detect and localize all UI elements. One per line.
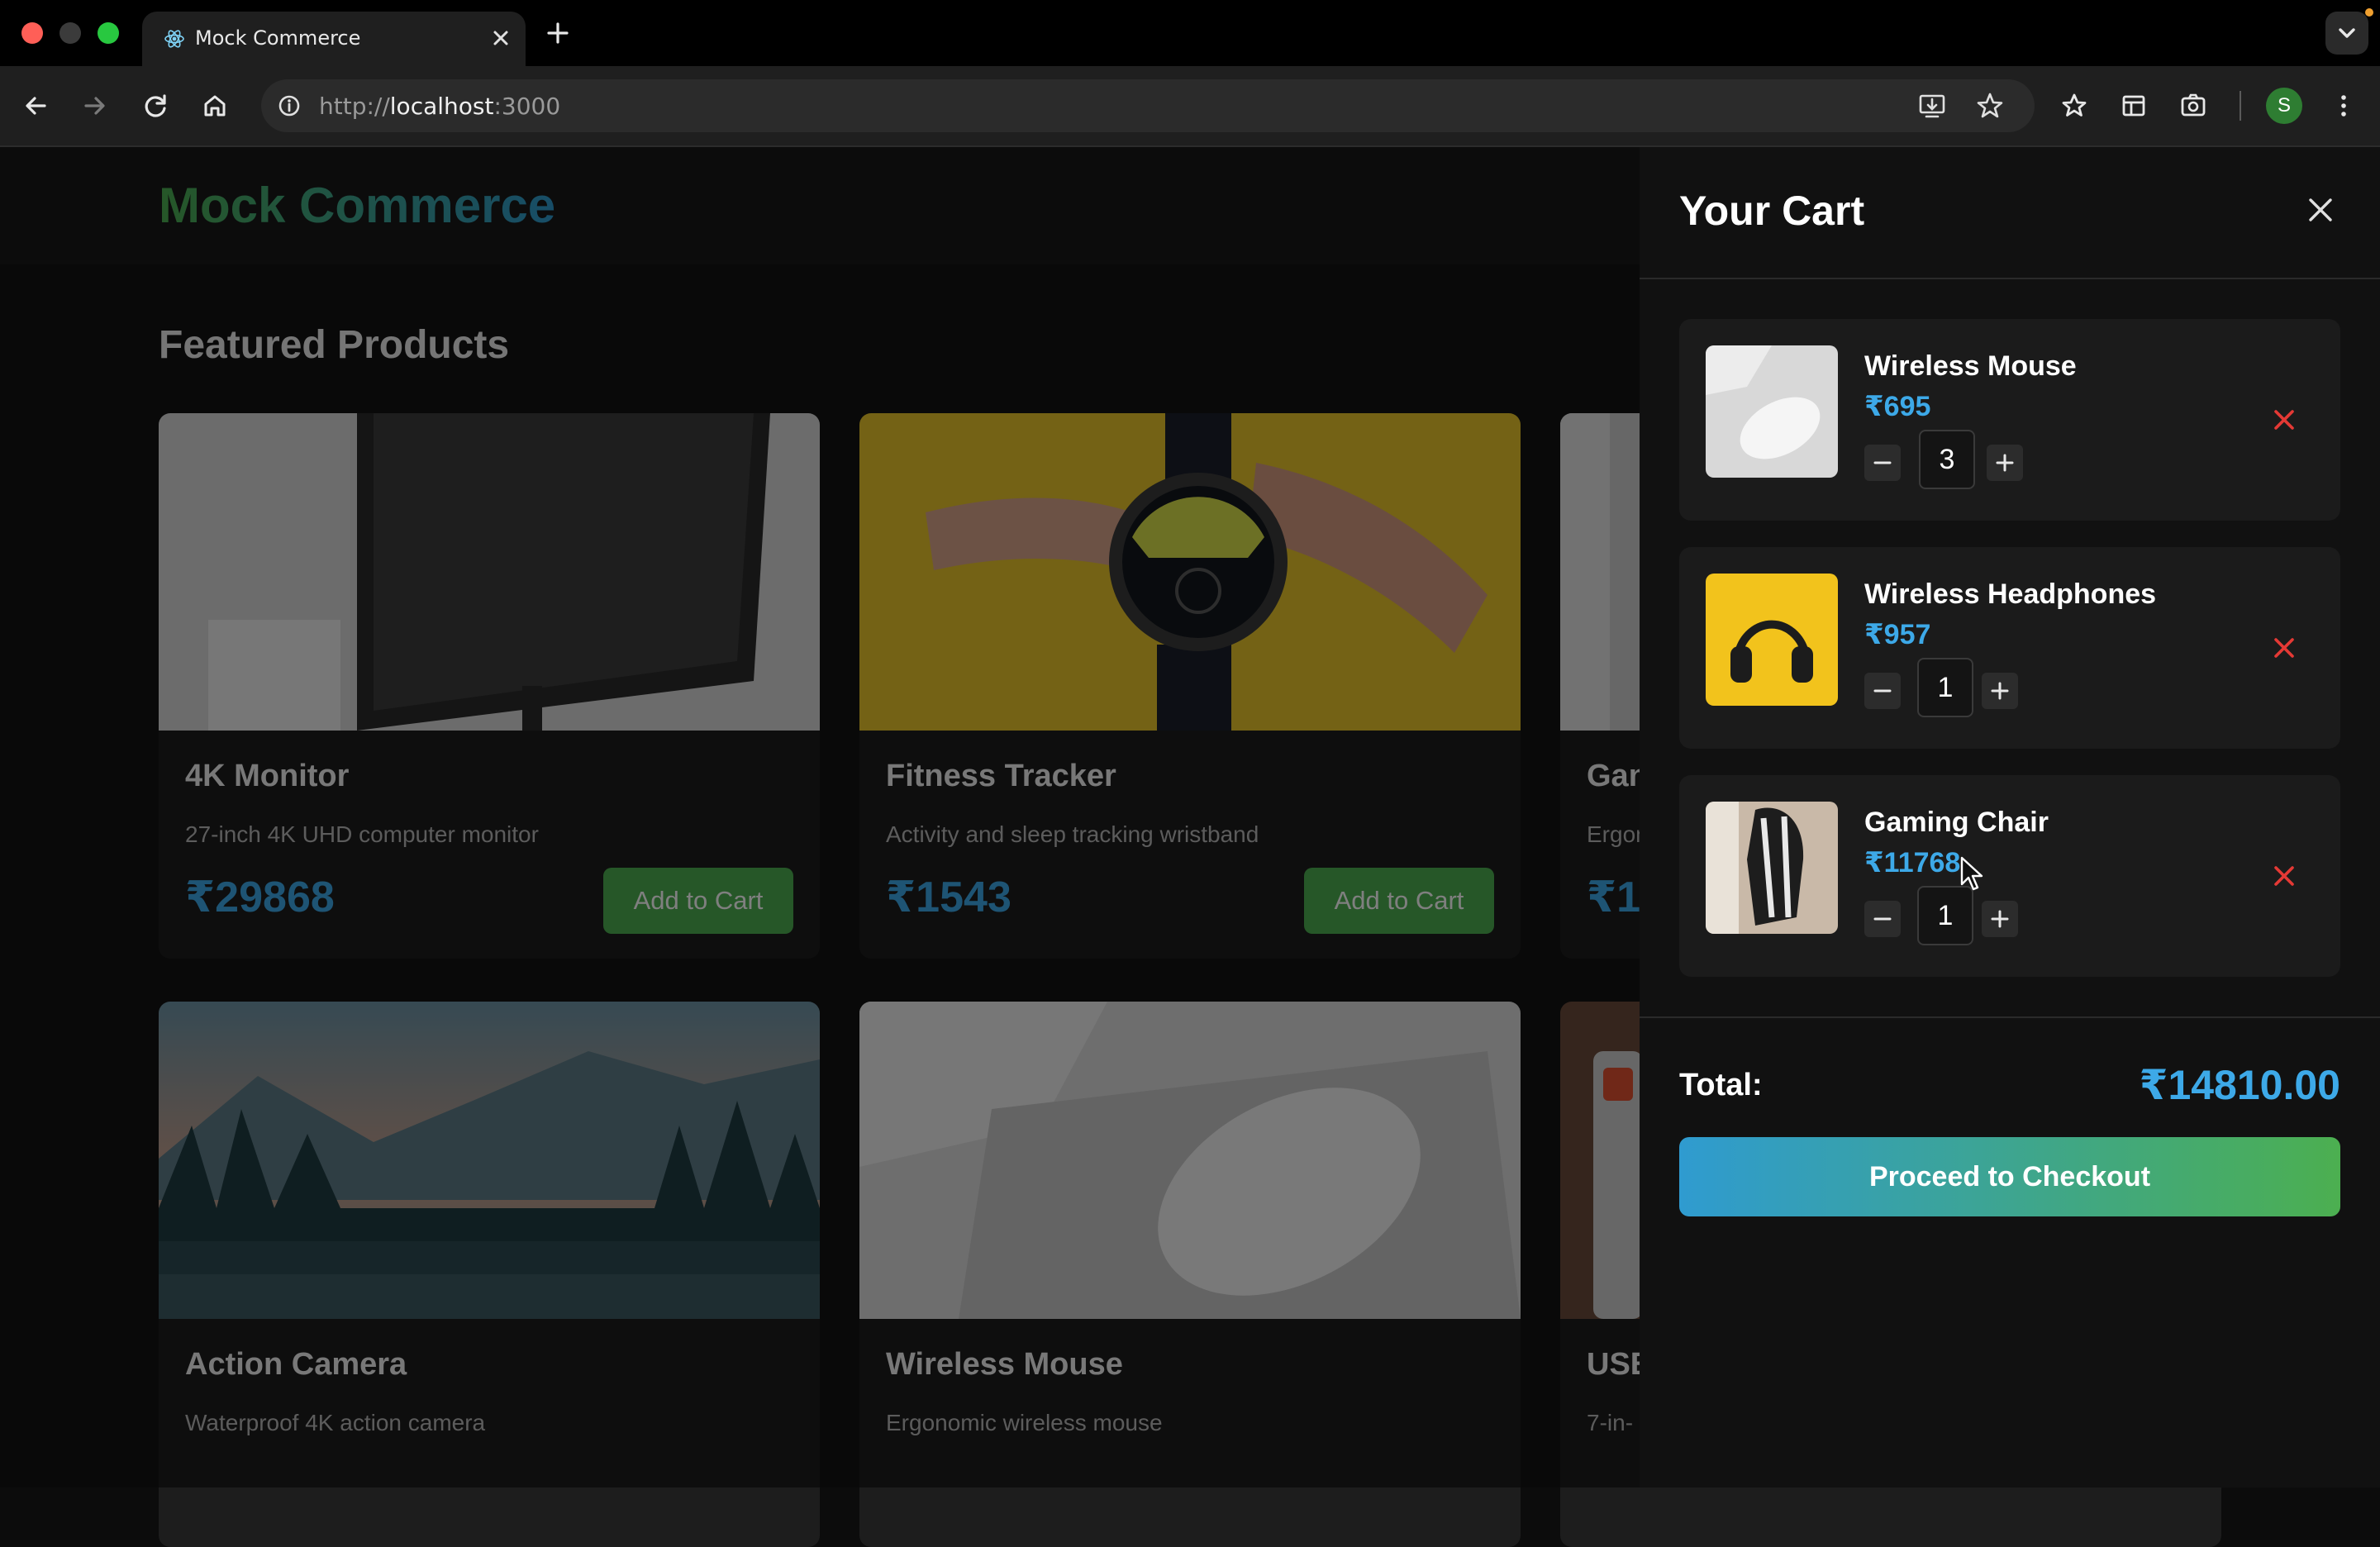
browser-tab-bar: Mock Commerce (0, 0, 2380, 66)
plus-icon (1991, 910, 2009, 928)
gaming-chair-thumbnail (1706, 802, 1838, 934)
cart-title: Your Cart (1679, 188, 1865, 234)
minus-icon (1873, 461, 1892, 464)
tab-groups-button[interactable] (2114, 86, 2154, 126)
cart-item-name: Wireless Headphones (1864, 578, 2157, 610)
cart-item-price: ₹11768 (1864, 847, 1961, 878)
forward-button[interactable] (74, 86, 114, 126)
cart-item-name: Wireless Mouse (1864, 350, 2077, 382)
new-tab-icon[interactable] (541, 17, 574, 50)
star-list-icon (2062, 93, 2087, 117)
remove-item-icon[interactable] (2264, 856, 2304, 896)
window-close-button[interactable] (21, 22, 43, 44)
minus-icon (1873, 689, 1892, 693)
cart-item-price: ₹957 (1864, 619, 1931, 650)
decrease-quantity-button[interactable] (1864, 673, 1901, 709)
install-app-icon[interactable] (1914, 88, 1950, 124)
home-icon (204, 95, 226, 117)
window-minimize-button[interactable] (60, 22, 81, 44)
cart-item-price: ₹695 (1864, 391, 1931, 422)
quantity-value[interactable]: 3 (1919, 430, 1975, 489)
increase-quantity-button[interactable] (1982, 901, 2018, 937)
cart-drawer: Your Cart Wireless Mouse ₹695 3 Wireless… (1640, 147, 2380, 1488)
cart-item-image (1706, 345, 1838, 478)
window-zoom-button[interactable] (98, 22, 119, 44)
bookmarks-button[interactable] (2054, 86, 2094, 126)
url-text[interactable]: http://localhost:3000 (319, 93, 560, 120)
camera-icon (2181, 93, 2206, 117)
browser-toolbar: http://localhost:3000 S (0, 66, 2380, 147)
plus-icon (1996, 454, 2014, 472)
remove-item-icon[interactable] (2264, 628, 2304, 668)
bookmark-star-icon[interactable] (1972, 88, 2008, 124)
browser-tab[interactable]: Mock Commerce (142, 12, 526, 66)
decrease-quantity-button[interactable] (1864, 901, 1901, 937)
reload-button[interactable] (136, 86, 175, 126)
increase-quantity-button[interactable] (1982, 673, 2018, 709)
cart-item-image (1706, 574, 1838, 706)
mouse-cursor-icon (1960, 856, 1983, 891)
toolbar-divider (2240, 91, 2241, 121)
react-favicon-icon (164, 30, 184, 48)
decrease-quantity-button[interactable] (1864, 445, 1901, 481)
total-label: Total: (1679, 1068, 1763, 1102)
cart-item-name: Gaming Chair (1864, 807, 2049, 838)
tab-close-icon[interactable] (484, 21, 517, 55)
quantity-value[interactable]: 1 (1917, 658, 1973, 717)
wireless-mouse-thumbnail (1706, 345, 1838, 478)
cart-item: Gaming Chair ₹11768 1 (1679, 775, 2340, 977)
cart-item-image (1706, 802, 1838, 934)
tab-title: Mock Commerce (195, 26, 361, 50)
notification-dot (2365, 8, 2373, 17)
close-icon[interactable] (2301, 190, 2340, 230)
minus-icon (1873, 917, 1892, 921)
cart-item: Wireless Headphones ₹957 1 (1679, 547, 2340, 749)
arrow-right-icon (84, 97, 105, 115)
more-vertical-icon (2341, 95, 2346, 117)
total-value: ₹14810.00 (2139, 1062, 2340, 1108)
wireless-headphones-thumbnail (1706, 574, 1838, 706)
profile-avatar[interactable]: S (2266, 88, 2302, 124)
table-icon (2122, 95, 2145, 117)
plus-icon (1991, 682, 2009, 700)
checkout-button[interactable]: Proceed to Checkout (1679, 1137, 2340, 1216)
remove-item-icon[interactable] (2264, 400, 2304, 440)
back-button[interactable] (17, 86, 56, 126)
cart-footer-divider (1640, 1016, 2380, 1018)
info-icon[interactable] (273, 89, 306, 122)
reload-icon (145, 94, 166, 117)
home-button[interactable] (195, 86, 235, 126)
quantity-value[interactable]: 1 (1917, 886, 1973, 945)
cart-item: Wireless Mouse ₹695 3 (1679, 319, 2340, 521)
tab-search-button[interactable] (2325, 12, 2368, 55)
address-bar[interactable]: http://localhost:3000 (261, 79, 2035, 132)
arrow-left-icon (26, 97, 46, 115)
chevron-down-icon (2339, 28, 2355, 38)
cart-header: Your Cart (1640, 147, 2380, 279)
browser-menu-button[interactable] (2324, 86, 2363, 126)
screenshot-button[interactable] (2173, 86, 2213, 126)
increase-quantity-button[interactable] (1987, 445, 2023, 481)
